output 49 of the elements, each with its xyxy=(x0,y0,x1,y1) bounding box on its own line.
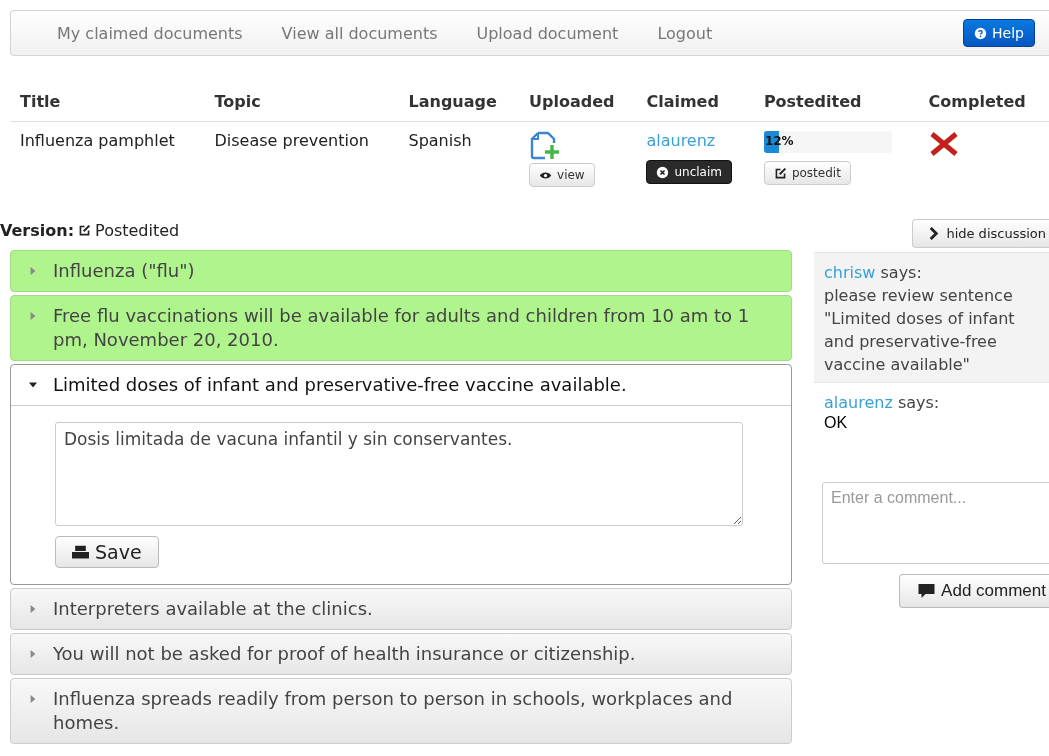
comment-text: OK xyxy=(824,414,849,432)
hide-discussion-button[interactable]: hide discussion xyxy=(912,219,1049,248)
column-header: Completed xyxy=(918,88,1049,122)
question-icon xyxy=(974,26,988,40)
column-header: Topic xyxy=(204,88,399,122)
column-header: Postedited xyxy=(753,88,919,122)
says-label: says: xyxy=(880,263,922,282)
view-button[interactable]: view xyxy=(529,163,595,187)
version-label: Version: xyxy=(0,221,75,240)
comment-text: please review sentence "Limited doses of infant and preservative-free vaccine available" xyxy=(824,285,1016,376)
table-cell: Spanish xyxy=(398,121,520,191)
column-header: Uploaded xyxy=(519,88,637,122)
sentence-header[interactable]: Free flu vaccinations will be available for adults and children from 10 am to 1 pm, November 20, 2010. xyxy=(11,296,791,360)
nav-link[interactable]: View all documents xyxy=(281,23,438,43)
nav-link[interactable]: Logout xyxy=(657,23,713,43)
table-cell: Disease prevention xyxy=(204,121,399,191)
speech-bubble-icon xyxy=(918,584,936,598)
says-label: says: xyxy=(897,393,940,412)
caret-right-icon xyxy=(29,605,37,613)
printer-icon xyxy=(72,545,89,559)
caret-right-icon xyxy=(29,650,37,658)
comment-field[interactable]: Enter a comment... xyxy=(822,482,1049,564)
remove-icon xyxy=(656,165,670,179)
column-header: Claimed xyxy=(636,88,754,122)
caret-right-icon xyxy=(29,267,37,275)
edit-icon xyxy=(78,224,92,237)
version-value: Postedited xyxy=(95,221,180,240)
sentence-header[interactable]: Influenza spreads readily from person to person in schools, workplaces and homes. xyxy=(11,679,791,743)
caret-down-icon xyxy=(29,381,37,389)
nav-link[interactable]: My claimed documents xyxy=(57,23,243,43)
save-button[interactable]: Save xyxy=(55,536,159,568)
add-comment-button[interactable]: Add comment xyxy=(899,574,1049,608)
caret-right-icon xyxy=(29,695,37,703)
table-cell: Influenza pamphlet xyxy=(10,121,205,191)
caret-right-icon xyxy=(29,312,37,320)
postedit-button[interactable]: postedit xyxy=(763,161,851,185)
sentence-header[interactable]: Interpreters available at the clinics. xyxy=(11,589,791,629)
add-document-icon xyxy=(529,131,562,161)
sentence-header[interactable]: Influenza ("flu") xyxy=(11,251,791,291)
nav-link[interactable]: Upload document xyxy=(476,23,619,43)
sentence-header[interactable]: Limited doses of infant and preservative-free vaccine available. xyxy=(11,365,791,406)
column-header: Title xyxy=(10,88,205,122)
sentence-header[interactable]: You will not be asked for proof of health insurance or citizenship. xyxy=(11,634,791,674)
column-header: Language xyxy=(398,88,520,122)
unclaim-button[interactable]: unclaim xyxy=(646,160,732,184)
chevron-right-icon xyxy=(927,227,941,240)
edit-icon xyxy=(773,166,787,180)
translation-field[interactable]: Dosis limitada de vacuna infantil y sin conservantes. xyxy=(55,422,743,526)
help-button[interactable]: Help xyxy=(963,19,1035,47)
